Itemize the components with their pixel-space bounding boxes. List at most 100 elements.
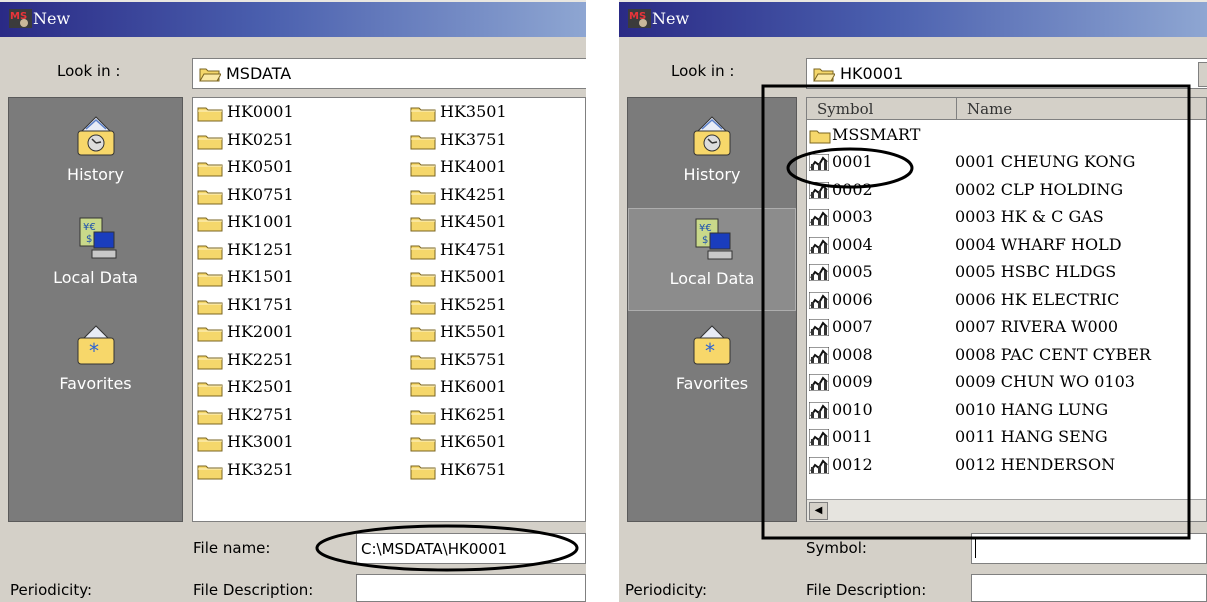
symbol-field[interactable] bbox=[971, 533, 1207, 564]
list-item[interactable]: 0003 0003 HK & C GAS bbox=[807, 204, 1206, 232]
row-symbol: 0008 bbox=[832, 344, 873, 364]
row-name: 0006 HK ELECTRIC bbox=[955, 289, 1120, 309]
folder-name: HK5001 bbox=[440, 267, 507, 286]
file-name-label: File name: bbox=[193, 539, 271, 557]
list-item[interactable]: 0011 0011 HANG SENG bbox=[807, 424, 1206, 452]
row-name: 0010 HANG LUNG bbox=[955, 399, 1109, 419]
row-symbol: 0009 bbox=[832, 372, 873, 391]
file-list[interactable]: HK0001 HK0251 HK0501 HK0751 HK1001 HK1251 HK15… bbox=[192, 97, 586, 522]
folder-icon bbox=[410, 327, 436, 342]
place-history[interactable]: History bbox=[9, 113, 182, 184]
list-item[interactable]: 0004 0004 WHARF HOLD bbox=[807, 232, 1206, 260]
place-history-label: History bbox=[683, 165, 741, 184]
place-favorites[interactable]: * Favorites bbox=[628, 322, 796, 393]
place-favorites[interactable]: * Favorites bbox=[9, 322, 182, 393]
row-name: 0009 CHUN WO 0103 bbox=[955, 372, 1135, 391]
folder-icon bbox=[197, 437, 223, 452]
scroll-left-button[interactable]: ◀ bbox=[809, 502, 828, 520]
dropdown-button[interactable] bbox=[1198, 62, 1207, 87]
folder-name: HK3751 bbox=[440, 129, 507, 149]
column-header-name[interactable]: Name bbox=[957, 98, 1206, 120]
local-data-icon: ¥€ $ bbox=[695, 218, 733, 260]
look-in-value: HK0001 bbox=[840, 64, 904, 83]
row-name: 0005 HSBC HLDGS bbox=[955, 262, 1117, 281]
place-favorites-label: Favorites bbox=[59, 374, 132, 393]
row-name: 0008 PAC CENT CYBER bbox=[955, 344, 1151, 364]
local-data-icon: ¥€ $ bbox=[79, 217, 116, 259]
folder-name: HK4751 bbox=[440, 239, 507, 259]
folder-name: HK1501 bbox=[227, 267, 294, 286]
chart-file-icon bbox=[809, 291, 829, 309]
folder-name: HK6501 bbox=[440, 432, 507, 451]
row-name: 0003 HK & C GAS bbox=[955, 207, 1104, 226]
row-symbol: 0004 bbox=[832, 234, 873, 254]
folder-name: HK1001 bbox=[227, 212, 294, 231]
folder-icon bbox=[197, 272, 223, 287]
chart-file-icon bbox=[809, 456, 829, 474]
symbol-label: Symbol: bbox=[806, 539, 867, 557]
list-item[interactable]: 0005 0005 HSBC HLDGS bbox=[807, 259, 1206, 287]
chart-file-icon bbox=[809, 346, 829, 364]
folder-name: HK3501 bbox=[440, 102, 507, 121]
look-in-label: Look in : bbox=[671, 62, 735, 80]
look-in-label: Look in : bbox=[57, 62, 121, 80]
file-name-value: C:\MSDATA\HK0001 bbox=[361, 540, 508, 558]
folder-name: HK2251 bbox=[227, 349, 294, 369]
svg-text:$: $ bbox=[86, 234, 92, 245]
title-bar: MS New bbox=[0, 0, 586, 37]
file-description-label: File Description: bbox=[806, 581, 927, 599]
list-item[interactable]: 0009 0009 CHUN WO 0103 bbox=[807, 369, 1206, 397]
row-symbol: 0005 bbox=[832, 262, 873, 281]
place-local-data[interactable]: ¥€ $ Local Data bbox=[628, 208, 796, 311]
text-cursor bbox=[975, 539, 976, 558]
place-history[interactable]: History bbox=[628, 113, 796, 184]
list-item[interactable]: 0006 0006 HK ELECTRIC bbox=[807, 287, 1206, 315]
symbol-list[interactable]: Symbol Name MSSMART 0001 0001 CHEUNG KONG… bbox=[806, 97, 1207, 522]
place-history-label: History bbox=[67, 165, 124, 184]
list-item[interactable]: 0007 0007 RIVERA W000 bbox=[807, 314, 1206, 342]
history-icon bbox=[693, 116, 731, 156]
periodicity-label: Periodicity: bbox=[625, 581, 708, 599]
look-in-dropdown[interactable]: HK0001 bbox=[806, 58, 1207, 89]
folder-name: HK0501 bbox=[227, 157, 294, 176]
place-local-data[interactable]: ¥€ $ Local Data bbox=[9, 216, 182, 287]
horizontal-scrollbar[interactable]: ◀ bbox=[807, 499, 1206, 521]
folder-name: HK2751 bbox=[227, 404, 294, 424]
file-description-field[interactable] bbox=[356, 574, 586, 602]
folder-icon bbox=[410, 217, 436, 232]
history-icon bbox=[77, 116, 114, 156]
chart-file-icon bbox=[809, 181, 829, 199]
row-symbol: 0010 bbox=[832, 399, 873, 419]
column-header-symbol[interactable]: Symbol bbox=[807, 98, 957, 120]
favorites-icon: * bbox=[693, 325, 731, 365]
folder-icon bbox=[197, 107, 223, 122]
list-item[interactable]: 0010 0010 HANG LUNG bbox=[807, 397, 1206, 425]
ms-app-icon: MS bbox=[628, 9, 651, 28]
folder-name: HK4501 bbox=[440, 212, 507, 231]
list-item[interactable]: 0008 0008 PAC CENT CYBER bbox=[807, 342, 1206, 370]
favorites-icon: * bbox=[77, 325, 114, 365]
folder-name: HK2501 bbox=[227, 377, 294, 396]
place-favorites-label: Favorites bbox=[675, 374, 749, 393]
folder-icon bbox=[197, 300, 223, 314]
folder-icon bbox=[410, 272, 436, 287]
folder-icon bbox=[197, 245, 223, 259]
folder-name: HK0751 bbox=[227, 184, 294, 204]
list-item[interactable]: 0001 0001 CHEUNG KONG bbox=[807, 149, 1206, 177]
folder-icon bbox=[410, 107, 436, 122]
list-item[interactable]: 0002 0002 CLP HOLDING bbox=[807, 177, 1206, 205]
svg-text:*: * bbox=[89, 339, 99, 363]
folder-name: HK4001 bbox=[440, 157, 507, 176]
chart-file-icon bbox=[809, 429, 829, 446]
row-name: 0002 CLP HOLDING bbox=[955, 179, 1124, 199]
look-in-dropdown[interactable]: MSDATA bbox=[192, 58, 586, 89]
folder-icon bbox=[410, 355, 436, 369]
chart-file-icon bbox=[809, 236, 829, 254]
file-name-field[interactable]: C:\MSDATA\HK0001 bbox=[356, 533, 586, 564]
file-description-field[interactable] bbox=[971, 574, 1207, 602]
list-item[interactable]: 0012 0012 HENDERSON bbox=[807, 452, 1206, 480]
row-name: 0004 WHARF HOLD bbox=[955, 234, 1122, 254]
row-symbol: 0003 bbox=[832, 207, 873, 226]
place-local-data-label: Local Data bbox=[669, 269, 755, 288]
chart-file-icon bbox=[809, 401, 829, 419]
